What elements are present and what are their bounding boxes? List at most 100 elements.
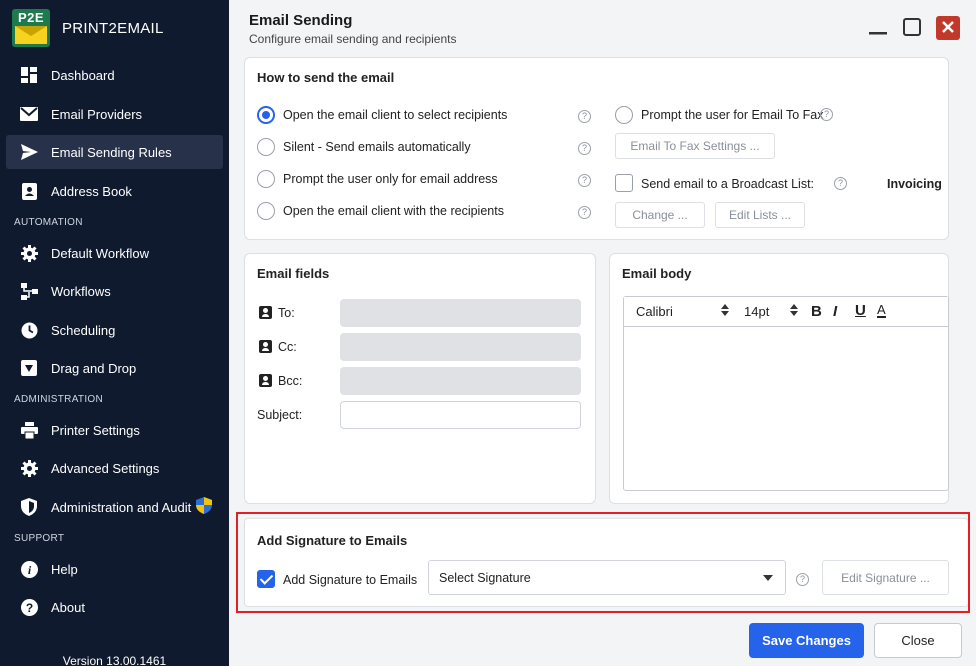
dashboard-icon: [20, 66, 38, 84]
subject-field[interactable]: [340, 401, 581, 429]
sidebar-item-label: Default Workflow: [51, 245, 150, 261]
help-icon[interactable]: ?: [834, 177, 847, 190]
sidebar-item-default-workflow[interactable]: Default Workflow: [6, 236, 223, 270]
maximize-icon: [903, 17, 921, 39]
contact-icon[interactable]: [259, 306, 272, 319]
send-icon: [20, 143, 38, 161]
sidebar-item-printer-settings[interactable]: Printer Settings: [6, 413, 223, 447]
maximize-button[interactable]: [900, 16, 924, 40]
email-fields-card: Email fields To: Cc: Bcc: Subject:: [244, 253, 596, 504]
editor-toolbar: Calibri 14pt B I U A: [624, 297, 948, 327]
change-button[interactable]: Change ...: [615, 202, 705, 228]
help-icon[interactable]: ?: [578, 142, 591, 155]
section-title: Email fields: [257, 266, 330, 281]
app-version: Version 13.00.1461: [62, 654, 167, 666]
sidebar-item-administration-and-audit[interactable]: Administration and Audit: [6, 490, 223, 524]
radio-open-client-recipients[interactable]: [257, 202, 275, 220]
bcc-field[interactable]: [340, 367, 581, 395]
uac-shield-icon: [196, 497, 213, 517]
bold-button[interactable]: B: [811, 303, 822, 320]
bcc-label: Bcc:: [278, 374, 303, 388]
section-title: Email body: [622, 266, 692, 281]
radio-silent[interactable]: [257, 138, 275, 156]
text-color-button[interactable]: A: [877, 303, 886, 318]
section-title: How to send the email: [257, 70, 395, 85]
gear-icon: [20, 244, 38, 262]
cc-label: Cc:: [278, 340, 297, 354]
sidebar-item-advanced-settings[interactable]: Advanced Settings: [6, 451, 223, 485]
sidebar-item-label: Printer Settings: [51, 422, 140, 438]
section-label-automation: AUTOMATION: [14, 217, 83, 228]
help-icon[interactable]: ?: [578, 110, 591, 123]
radio-label: Silent - Send emails automatically: [283, 140, 471, 154]
email-body-card: Email body Calibri 14pt B I U A: [609, 253, 949, 504]
to-label: To:: [278, 306, 295, 320]
broadcast-label: Send email to a Broadcast List:: [641, 177, 815, 191]
app-logo: P2E: [12, 9, 50, 47]
close-window-button[interactable]: [936, 16, 960, 40]
sidebar-item-label: Workflows: [51, 283, 111, 299]
sidebar-item-label: Advanced Settings: [51, 460, 160, 476]
workflow-icon: [20, 282, 38, 300]
font-select[interactable]: Calibri: [636, 304, 673, 319]
to-field[interactable]: [340, 299, 581, 327]
radio-label: Open the email client with the recipient…: [283, 204, 504, 218]
sidebar-item-label: Administration and Audit: [51, 499, 192, 515]
radio-label: Prompt the user for Email To Fax: [641, 108, 824, 122]
clock-icon: [20, 321, 38, 339]
svg-text:?: ?: [25, 601, 32, 615]
printer-icon: [20, 421, 38, 439]
highlight-box: [236, 512, 970, 613]
sidebar-item-address-book[interactable]: Address Book: [6, 174, 223, 208]
size-select-arrows-icon[interactable]: [790, 303, 798, 320]
radio-prompt-email[interactable]: [257, 170, 275, 188]
contact-book-icon: [20, 182, 38, 200]
italic-button[interactable]: I: [833, 303, 837, 320]
radio-prompt-fax[interactable]: [615, 106, 633, 124]
page-title: Email Sending: [249, 12, 353, 29]
broadcast-checkbox[interactable]: [615, 174, 633, 192]
app-name: PRINT2EMAIL: [62, 19, 164, 37]
sidebar-item-dashboard[interactable]: Dashboard: [6, 58, 223, 92]
section-label-support: SUPPORT: [14, 533, 65, 544]
sidebar-item-email-providers[interactable]: Email Providers: [6, 97, 223, 131]
sidebar-item-email-sending-rules[interactable]: Email Sending Rules: [6, 135, 223, 169]
sidebar-item-about[interactable]: ? About: [6, 590, 223, 624]
sidebar: P2E PRINT2EMAIL Dashboard Email Provider…: [0, 0, 229, 666]
contact-icon[interactable]: [259, 340, 272, 353]
radio-open-client-select[interactable]: [257, 106, 275, 124]
gear-icon: [20, 459, 38, 477]
save-changes-button[interactable]: Save Changes: [749, 623, 864, 658]
cc-field[interactable]: [340, 333, 581, 361]
help-icon[interactable]: ?: [578, 206, 591, 219]
envelope-icon: [20, 105, 38, 123]
page-subtitle: Configure email sending and recipients: [249, 32, 457, 46]
help-icon[interactable]: ?: [820, 108, 833, 121]
brand: P2E PRINT2EMAIL: [12, 9, 164, 47]
close-icon: [941, 20, 955, 37]
close-button[interactable]: Close: [874, 623, 962, 658]
help-icon[interactable]: ?: [578, 174, 591, 187]
broadcast-list-value: Invoicing: [887, 177, 942, 191]
sidebar-item-workflows[interactable]: Workflows: [6, 274, 223, 308]
contact-icon[interactable]: [259, 374, 272, 387]
email-to-fax-settings-button[interactable]: Email To Fax Settings ...: [615, 133, 775, 159]
drop-down-box-icon: [20, 359, 38, 377]
sidebar-item-drag-and-drop[interactable]: Drag and Drop: [6, 351, 223, 385]
sidebar-item-label: About: [51, 599, 85, 615]
sidebar-item-label: Email Providers: [51, 106, 143, 122]
shield-icon: [20, 498, 38, 516]
info-icon: i: [20, 560, 38, 578]
underline-button[interactable]: U: [855, 302, 866, 319]
sidebar-item-label: Address Book: [51, 183, 132, 199]
minimize-button[interactable]: [866, 16, 890, 40]
sidebar-item-label: Scheduling: [51, 322, 116, 338]
section-label-administration: ADMINISTRATION: [14, 394, 104, 405]
sidebar-item-help[interactable]: i Help: [6, 552, 223, 586]
sidebar-item-scheduling[interactable]: Scheduling: [6, 313, 223, 347]
edit-lists-button[interactable]: Edit Lists ...: [715, 202, 805, 228]
font-select-arrows-icon[interactable]: [721, 303, 729, 320]
size-select[interactable]: 14pt: [744, 304, 769, 319]
email-body-editor[interactable]: Calibri 14pt B I U A: [623, 296, 949, 491]
sidebar-item-label: Help: [51, 561, 78, 577]
